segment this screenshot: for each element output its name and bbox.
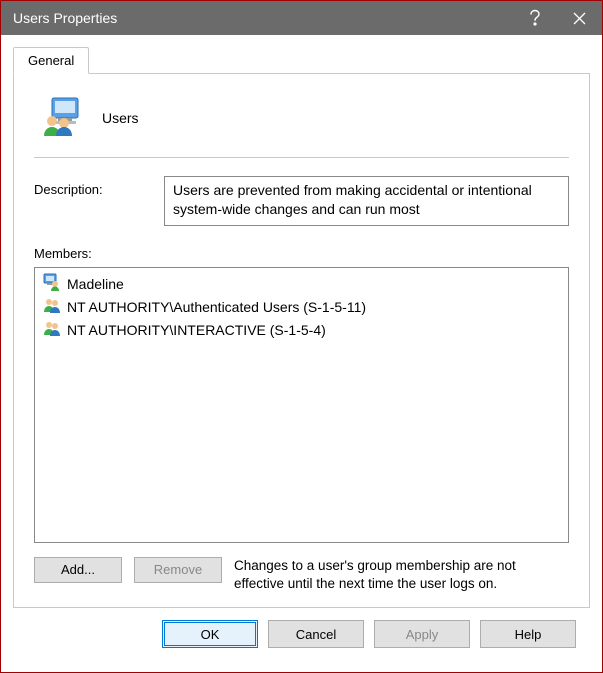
ok-button[interactable]: OK (162, 620, 258, 648)
members-list[interactable]: Madeline NT AUTHORITY\Authenticated User… (34, 267, 569, 543)
help-button[interactable] (512, 1, 557, 35)
description-row: Description: Users are prevented from ma… (34, 176, 569, 226)
description-input[interactable]: Users are prevented from making accident… (164, 176, 569, 226)
tabstrip: General (13, 45, 590, 73)
dialog-footer: OK Cancel Apply Help (13, 608, 590, 660)
member-name: Madeline (67, 276, 124, 292)
members-label: Members: (34, 246, 569, 261)
group-icon (43, 296, 61, 317)
tab-panel-general: Users Description: Users are prevented f… (13, 73, 590, 608)
close-icon (573, 12, 586, 25)
list-item[interactable]: NT AUTHORITY\INTERACTIVE (S-1-5-4) (41, 318, 562, 341)
list-item[interactable]: NT AUTHORITY\Authenticated Users (S-1-5-… (41, 295, 562, 318)
member-name: NT AUTHORITY\INTERACTIVE (S-1-5-4) (67, 322, 326, 338)
group-name: Users (102, 110, 139, 126)
apply-button[interactable]: Apply (374, 620, 470, 648)
description-label: Description: (34, 176, 144, 197)
help-footer-button[interactable]: Help (480, 620, 576, 648)
group-header: Users (34, 92, 569, 157)
remove-button[interactable]: Remove (134, 557, 222, 583)
cancel-button[interactable]: Cancel (268, 620, 364, 648)
client-area: General Users (1, 35, 602, 672)
membership-note: Changes to a user's group membership are… (234, 557, 569, 593)
window-title: Users Properties (13, 10, 512, 26)
add-button[interactable]: Add... (34, 557, 122, 583)
titlebar: Users Properties (1, 1, 602, 35)
dialog-window: Users Properties General (0, 0, 603, 673)
members-actions-row: Add... Remove Changes to a user's group … (34, 557, 569, 593)
close-button[interactable] (557, 1, 602, 35)
divider (34, 157, 569, 158)
member-name: NT AUTHORITY\Authenticated Users (S-1-5-… (67, 299, 366, 315)
tab-general[interactable]: General (13, 47, 89, 74)
group-icon (43, 319, 61, 340)
user-icon (43, 273, 61, 294)
users-group-icon (40, 96, 84, 139)
list-item[interactable]: Madeline (41, 272, 562, 295)
help-icon (528, 9, 542, 27)
